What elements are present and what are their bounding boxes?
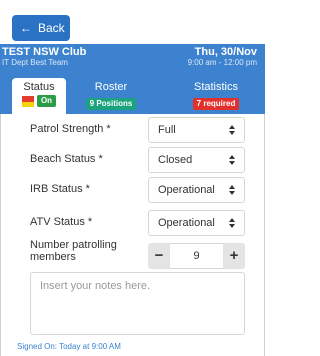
patrol-strength-value: Full (158, 124, 176, 136)
tab-roster-label: Roster (94, 81, 128, 93)
back-button[interactable]: ← Back (12, 15, 70, 41)
tab-status-label: Status (23, 81, 55, 93)
back-button-label: Back (38, 21, 65, 35)
select-caret-icon (229, 185, 235, 197)
beach-status-select[interactable]: Closed (148, 147, 245, 173)
irb-status-row: IRB Status * Operational (0, 177, 265, 203)
notes-textarea[interactable]: Insert your notes here. (30, 272, 245, 335)
patrolling-members-stepper: − 9 + (148, 243, 245, 269)
status-badge: On (36, 95, 57, 107)
decrement-button[interactable]: − (148, 243, 170, 269)
patrol-flag-icon (21, 95, 34, 107)
signed-on-text: Signed On: Today at 9:00 AM (17, 342, 121, 351)
atv-status-label: ATV Status * (30, 216, 93, 228)
atv-status-row: ATV Status * Operational (0, 210, 265, 236)
club-name: TEST NSW Club (2, 46, 87, 58)
irb-status-select[interactable]: Operational (148, 177, 245, 203)
top-bar: ← Back (0, 0, 265, 44)
tab-statistics-label: Statistics (193, 81, 238, 93)
patrol-time: 9:00 am - 12:00 pm (187, 58, 257, 67)
beach-status-label: Beach Status * (30, 153, 103, 165)
tab-roster[interactable]: Roster 9 Positions (78, 78, 144, 114)
select-caret-icon (229, 125, 235, 137)
team-name: IT Dept Best Team (2, 58, 68, 67)
select-caret-icon (229, 155, 235, 167)
patrol-strength-select[interactable]: Full (148, 117, 245, 143)
tab-statistics[interactable]: Statistics 7 required (183, 78, 249, 114)
tab-bar: Status On Roster 9 Positions Statistics … (0, 78, 265, 114)
patrol-strength-label: Patrol Strength * (30, 123, 111, 135)
irb-status-label: IRB Status * (30, 183, 90, 195)
atv-status-value: Operational (158, 217, 215, 229)
select-caret-icon (229, 218, 235, 230)
irb-status-value: Operational (158, 184, 215, 196)
patrol-strength-row: Patrol Strength * Full (0, 117, 265, 143)
increment-button[interactable]: + (223, 243, 245, 269)
roster-badge: 9 Positions (85, 98, 137, 110)
patrol-date: Thu, 30/Nov (194, 46, 257, 58)
notes-placeholder: Insert your notes here. (40, 280, 151, 292)
patrol-header: TEST NSW Club IT Dept Best Team Thu, 30/… (0, 44, 265, 114)
patrolling-members-label: Number patrolling members (30, 239, 117, 263)
atv-status-select[interactable]: Operational (148, 210, 245, 236)
patrolling-members-input[interactable]: 9 (170, 243, 223, 269)
arrow-left-icon: ← (20, 21, 32, 35)
statistics-badge: 7 required (192, 98, 240, 110)
beach-status-value: Closed (158, 154, 193, 166)
tab-status[interactable]: Status On (12, 78, 66, 114)
beach-status-row: Beach Status * Closed (0, 147, 265, 173)
